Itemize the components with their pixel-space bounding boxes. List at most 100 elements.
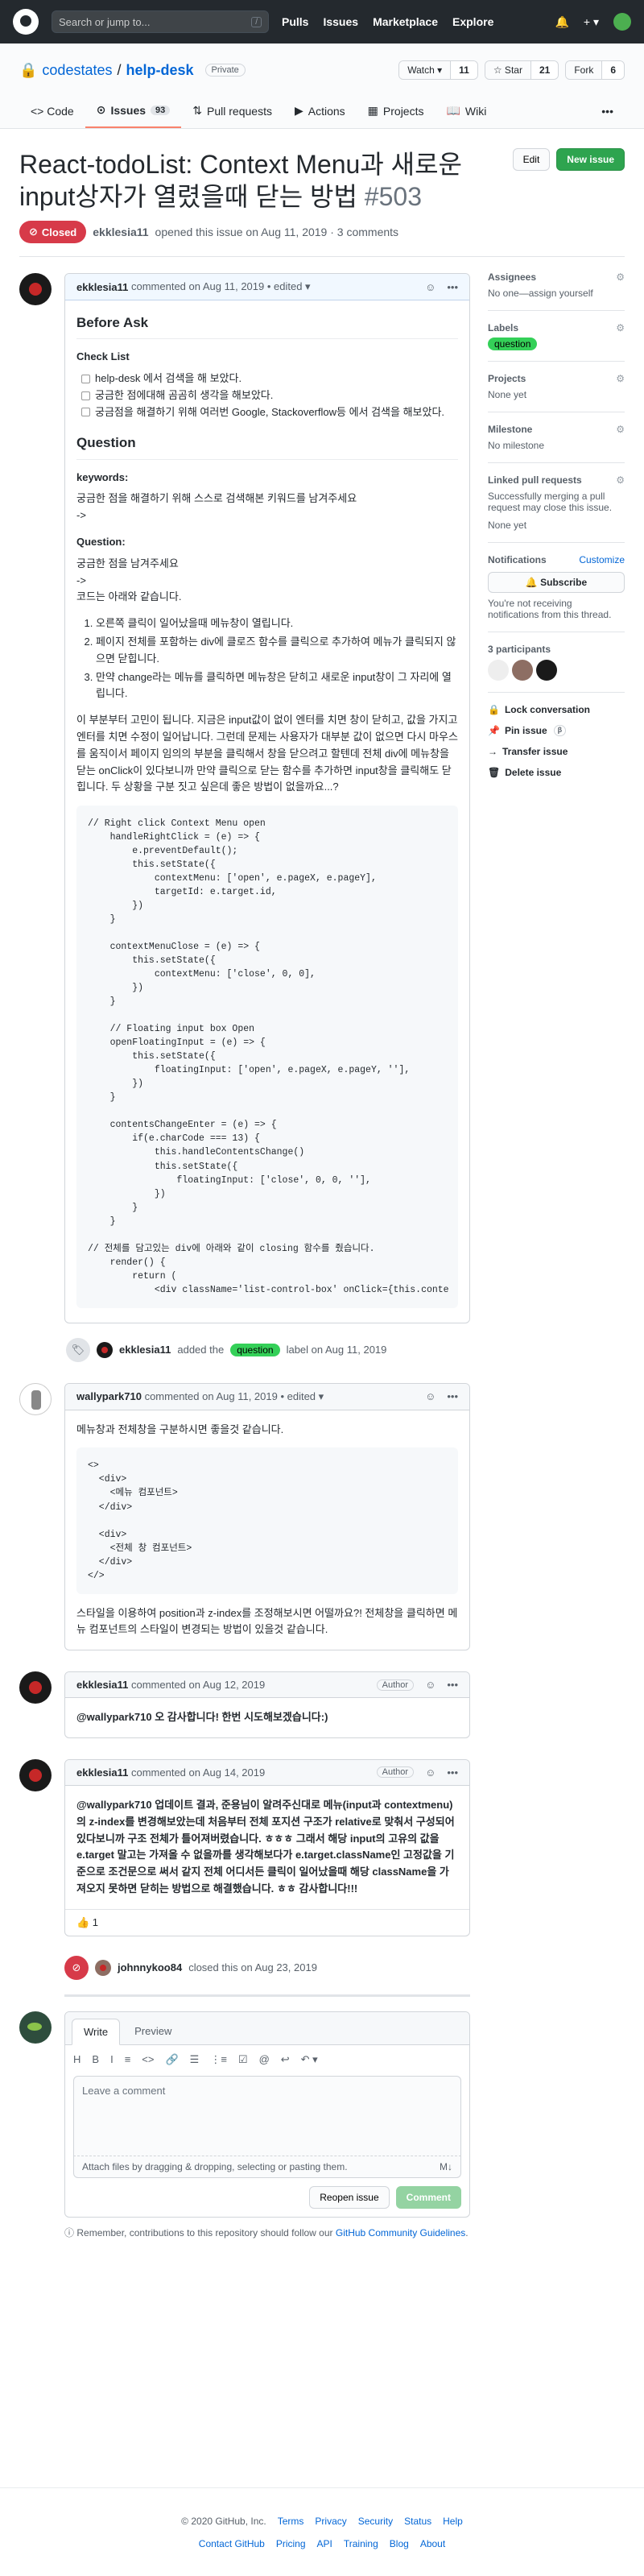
lock-conversation-action[interactable]: 🔒 Lock conversation — [488, 704, 625, 715]
link-icon[interactable]: 🔗 — [165, 2053, 178, 2066]
nav-issues[interactable]: Issues — [323, 15, 358, 28]
watch-button[interactable]: Watch ▾ 11 — [398, 60, 478, 80]
delete-issue-action[interactable]: 🗑 Delete issue — [488, 767, 625, 778]
create-new-menu[interactable]: + ▾ — [584, 15, 599, 29]
footer-link-status[interactable]: Status — [404, 2516, 431, 2527]
sidebar-title[interactable]: Milestone — [488, 424, 532, 435]
customize-link[interactable]: Customize — [579, 554, 625, 565]
reopen-issue-button[interactable]: Reopen issue — [309, 2185, 390, 2209]
label-question[interactable]: question — [488, 338, 538, 350]
code-icon[interactable]: <> — [142, 2053, 154, 2066]
participant-avatar[interactable] — [488, 660, 509, 681]
comment-meta[interactable]: commented on Aug 11, 2019 • edited ▾ — [131, 280, 311, 293]
quote-icon[interactable]: ≡ — [125, 2053, 131, 2066]
tab-code[interactable]: <> Code — [19, 95, 85, 128]
smiley-icon[interactable]: ☺ — [425, 281, 436, 293]
bullet-list-icon[interactable]: ☰ — [190, 2053, 200, 2066]
pin-issue-action[interactable]: 📌 Pin issue β — [488, 725, 625, 736]
repo-owner-link[interactable]: codestates — [42, 62, 112, 79]
assignees-value[interactable]: No one—assign yourself — [488, 288, 593, 299]
kebab-icon[interactable]: ••• — [447, 1766, 458, 1779]
search-input[interactable]: Search or jump to... / — [52, 10, 269, 33]
star-count[interactable]: 21 — [530, 61, 559, 79]
comment-meta[interactable]: commented on Aug 12, 2019 — [131, 1679, 265, 1691]
comment-textarea[interactable]: Leave a comment — [73, 2075, 461, 2156]
comment-author[interactable]: ekklesia11 — [76, 1766, 128, 1779]
footer-link-api[interactable]: API — [317, 2538, 332, 2549]
watch-label[interactable]: Watch ▾ — [399, 61, 451, 79]
star-label[interactable]: ☆ Star — [485, 61, 530, 79]
fork-button[interactable]: Fork 6 — [565, 60, 625, 80]
gear-icon[interactable]: ⚙ — [616, 424, 625, 435]
comment-author[interactable]: ekklesia11 — [76, 281, 128, 293]
event-author[interactable]: ekklesia11 — [119, 1344, 171, 1356]
kebab-icon[interactable]: ••• — [447, 281, 458, 293]
numbered-list-icon[interactable]: ⋮≡ — [210, 2053, 227, 2066]
footer-link-terms[interactable]: Terms — [278, 2516, 304, 2527]
sidebar-title[interactable]: Linked pull requests — [488, 474, 582, 486]
reference-icon[interactable]: ↩ — [281, 2053, 290, 2066]
comment-author[interactable]: wallypark710 — [76, 1390, 142, 1402]
tab-issues[interactable]: ⊙ Issues 93 — [85, 95, 182, 128]
tab-projects[interactable]: ▦ Projects — [357, 95, 436, 128]
comment-button[interactable]: Comment — [395, 2185, 461, 2209]
kebab-icon[interactable]: ••• — [447, 1679, 458, 1691]
avatar[interactable] — [19, 1671, 52, 1704]
comment-meta[interactable]: commented on Aug 11, 2019 • edited ▾ — [145, 1390, 324, 1403]
tab-pull-requests[interactable]: ⇅ Pull requests — [181, 95, 283, 128]
repo-name-link[interactable]: help-desk — [126, 62, 194, 79]
tab-wiki[interactable]: 📖 Wiki — [435, 95, 497, 128]
avatar[interactable] — [19, 1382, 52, 1415]
nav-marketplace[interactable]: Marketplace — [373, 15, 438, 28]
footer-link-training[interactable]: Training — [344, 2538, 378, 2549]
avatar[interactable] — [19, 273, 52, 305]
avatar[interactable] — [19, 1758, 52, 1791]
footer-link-contact[interactable]: Contact GitHub — [199, 2538, 265, 2549]
transfer-issue-action[interactable]: → Transfer issue — [488, 746, 625, 757]
bell-icon[interactable]: 🔔 — [555, 15, 568, 29]
gear-icon[interactable]: ⚙ — [616, 373, 625, 384]
fork-count[interactable]: 6 — [601, 61, 624, 79]
tab-write[interactable]: Write — [72, 2018, 121, 2045]
avatar[interactable] — [95, 1959, 111, 1976]
comment-author[interactable]: ekklesia11 — [76, 1679, 128, 1691]
kebab-icon[interactable]: ••• — [447, 1390, 458, 1402]
reaction-thumbs-up[interactable]: 👍 1 — [65, 1908, 469, 1936]
footer-link-security[interactable]: Security — [358, 2516, 393, 2527]
avatar[interactable] — [97, 1341, 113, 1358]
footer-link-pricing[interactable]: Pricing — [276, 2538, 306, 2549]
watch-count[interactable]: 11 — [450, 61, 477, 79]
user-avatar[interactable] — [613, 13, 631, 31]
footer-link-help[interactable]: Help — [443, 2516, 463, 2527]
label-question[interactable]: question — [230, 1343, 280, 1356]
subscribe-button[interactable]: 🔔 Subscribe — [488, 572, 625, 593]
gear-icon[interactable]: ⚙ — [616, 474, 625, 486]
smiley-icon[interactable]: ☺ — [425, 1766, 436, 1779]
italic-icon[interactable]: I — [110, 2053, 114, 2066]
smiley-icon[interactable]: ☺ — [425, 1679, 436, 1691]
footer-link-about[interactable]: About — [420, 2538, 445, 2549]
markdown-icon[interactable]: M↓ — [440, 2161, 452, 2172]
tab-actions[interactable]: ▶ Actions — [283, 95, 357, 128]
edit-button[interactable]: Edit — [512, 148, 551, 171]
avatar[interactable] — [19, 2011, 52, 2044]
gear-icon[interactable]: ⚙ — [616, 271, 625, 283]
guidelines-link[interactable]: GitHub Community Guidelines — [336, 2227, 465, 2238]
tab-preview[interactable]: Preview — [123, 2019, 183, 2044]
participant-avatar[interactable] — [536, 660, 557, 681]
event-author[interactable]: johnnykoo84 — [118, 1961, 182, 1973]
heading-icon[interactable]: H — [73, 2053, 80, 2066]
sidebar-title[interactable]: Assignees — [488, 271, 536, 283]
comment-meta[interactable]: commented on Aug 14, 2019 — [131, 1766, 265, 1779]
task-list-icon[interactable]: ☑ — [238, 2053, 248, 2066]
star-button[interactable]: ☆ Star 21 — [484, 60, 559, 80]
issue-author-link[interactable]: ekklesia11 — [93, 226, 148, 238]
mention-icon[interactable]: @ — [259, 2053, 270, 2066]
nav-explore[interactable]: Explore — [452, 15, 493, 28]
fork-label[interactable]: Fork — [566, 61, 602, 79]
bold-icon[interactable]: B — [92, 2053, 99, 2066]
attach-files-bar[interactable]: Attach files by dragging & dropping, sel… — [73, 2156, 461, 2178]
footer-link-privacy[interactable]: Privacy — [315, 2516, 346, 2527]
footer-link-blog[interactable]: Blog — [390, 2538, 409, 2549]
sidebar-title[interactable]: Labels — [488, 322, 518, 333]
